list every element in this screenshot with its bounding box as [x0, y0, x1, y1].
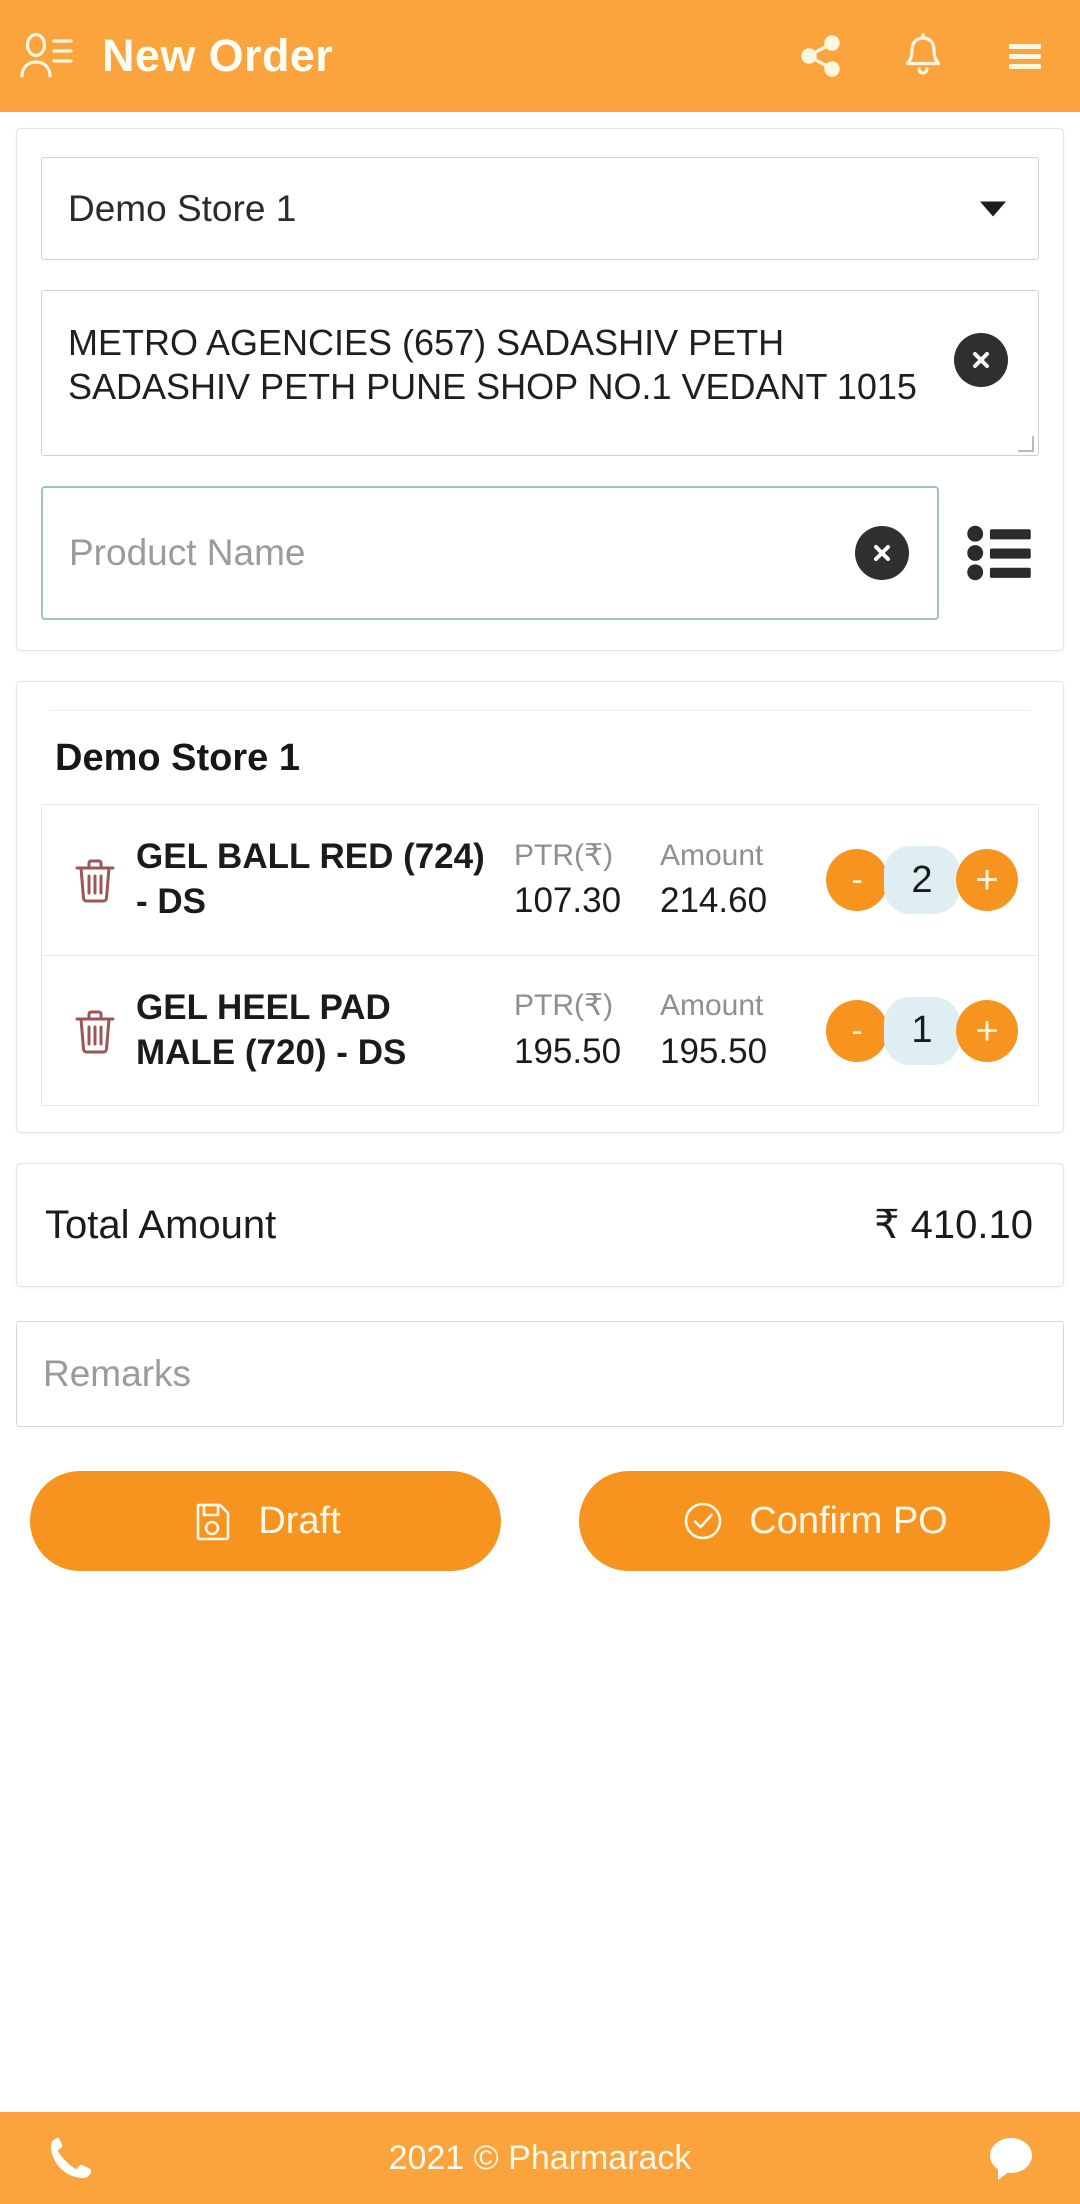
item-price-group: PTR(₹) 195.50 Amount 195.50	[514, 987, 810, 1074]
draft-button[interactable]: Draft	[30, 1471, 501, 1571]
product-search-placeholder: Product Name	[69, 532, 306, 573]
quantity-stepper: - 1 +	[826, 996, 1018, 1065]
store-select-value: Demo Store 1	[68, 188, 297, 229]
chevron-down-icon	[980, 201, 1006, 216]
item-ptr-column: PTR(₹) 195.50	[514, 987, 646, 1074]
total-amount-card: Total Amount ₹ 410.10	[16, 1163, 1064, 1287]
confirm-po-button-label: Confirm PO	[749, 1499, 948, 1542]
cart-card: Demo Store 1 GEL BALL RED (724) - DS PTR…	[16, 681, 1064, 1133]
order-setup-card: Demo Store 1 METRO AGENCIES (657) SADASH…	[16, 128, 1064, 651]
cart-store-name: Demo Store 1	[55, 737, 300, 779]
item-price-group: PTR(₹) 107.30 Amount 214.60	[514, 837, 810, 924]
product-search-row: Product Name	[41, 486, 1039, 620]
remarks-placeholder: Remarks	[43, 1353, 192, 1394]
new-order-screen: New Order Demo Store 1 METRO AGENCIES (6…	[0, 0, 1080, 2204]
trash-icon[interactable]	[58, 1006, 132, 1056]
distributor-field[interactable]: METRO AGENCIES (657) SADASHIV PETH SADAS…	[41, 290, 1039, 456]
quantity-value[interactable]: 2	[884, 846, 960, 914]
item-amount-column: Amount 195.50	[660, 987, 810, 1074]
total-amount-value: ₹ 410.10	[874, 1203, 1033, 1247]
chat-bubble-icon[interactable]	[986, 2133, 1036, 2183]
hamburger-menu-icon[interactable]	[1002, 33, 1048, 79]
save-floppy-icon	[197, 1503, 230, 1541]
total-amount-label: Total Amount	[45, 1202, 277, 1247]
trash-icon[interactable]	[58, 855, 132, 905]
remarks-input[interactable]: Remarks	[16, 1321, 1064, 1427]
item-amount-column: Amount 214.60	[660, 837, 810, 924]
quantity-stepper: - 2 +	[826, 846, 1018, 914]
increase-quantity-button[interactable]: +	[956, 999, 1018, 1062]
phone-icon[interactable]	[44, 2133, 94, 2183]
distributor-value: METRO AGENCIES (657) SADASHIV PETH SADAS…	[68, 322, 917, 407]
item-amount-value: 214.60	[660, 881, 768, 920]
increase-quantity-button[interactable]: +	[956, 849, 1018, 911]
user-list-icon	[18, 31, 74, 81]
cart-items: GEL BALL RED (724) - DS PTR(₹) 107.30 Am…	[41, 804, 1039, 1106]
app-header: New Order	[0, 0, 1080, 112]
share-icon[interactable]	[798, 33, 844, 79]
product-search-input[interactable]: Product Name	[41, 486, 939, 620]
item-amount-value: 195.50	[660, 1031, 768, 1071]
item-ptr-value: 195.50	[514, 1031, 622, 1071]
amount-column-header: Amount	[660, 838, 764, 872]
check-circle-icon	[684, 1502, 722, 1540]
bell-icon[interactable]	[900, 33, 946, 79]
draft-button-label: Draft	[258, 1499, 341, 1542]
resize-grip[interactable]	[1018, 436, 1034, 452]
item-ptr-value: 107.30	[514, 881, 622, 920]
app-footer: 2021 © Pharmarack	[0, 2112, 1080, 2204]
product-search-clear-icon[interactable]	[855, 526, 909, 580]
item-name: GEL BALL RED (724) - DS	[136, 837, 485, 921]
header-left-group: New Order	[18, 30, 798, 82]
ptr-column-header: PTR(₹)	[514, 838, 614, 872]
ptr-column-header: PTR(₹)	[514, 989, 614, 1022]
confirm-po-button[interactable]: Confirm PO	[579, 1471, 1050, 1571]
list-view-icon[interactable]	[965, 519, 1033, 587]
distributor-clear-icon[interactable]	[954, 333, 1008, 387]
item-name: GEL HEEL PAD MALE (720) - DS	[136, 987, 407, 1072]
amount-column-header: Amount	[660, 989, 764, 1022]
item-ptr-column: PTR(₹) 107.30	[514, 837, 646, 924]
table-row: GEL HEEL PAD MALE (720) - DS PTR(₹) 195.…	[42, 955, 1038, 1105]
page-body: Demo Store 1 METRO AGENCIES (657) SADASH…	[0, 112, 1080, 2204]
action-buttons: Draft Confirm PO	[16, 1471, 1064, 1571]
quantity-value[interactable]: 1	[884, 996, 960, 1065]
store-select[interactable]: Demo Store 1	[41, 157, 1039, 260]
header-actions	[798, 33, 1054, 79]
decrease-quantity-button[interactable]: -	[826, 999, 888, 1062]
footer-copyright: 2021 © Pharmarack	[388, 2138, 692, 2177]
page-title: New Order	[102, 30, 334, 81]
decrease-quantity-button[interactable]: -	[826, 849, 888, 911]
table-row: GEL BALL RED (724) - DS PTR(₹) 107.30 Am…	[42, 805, 1038, 955]
